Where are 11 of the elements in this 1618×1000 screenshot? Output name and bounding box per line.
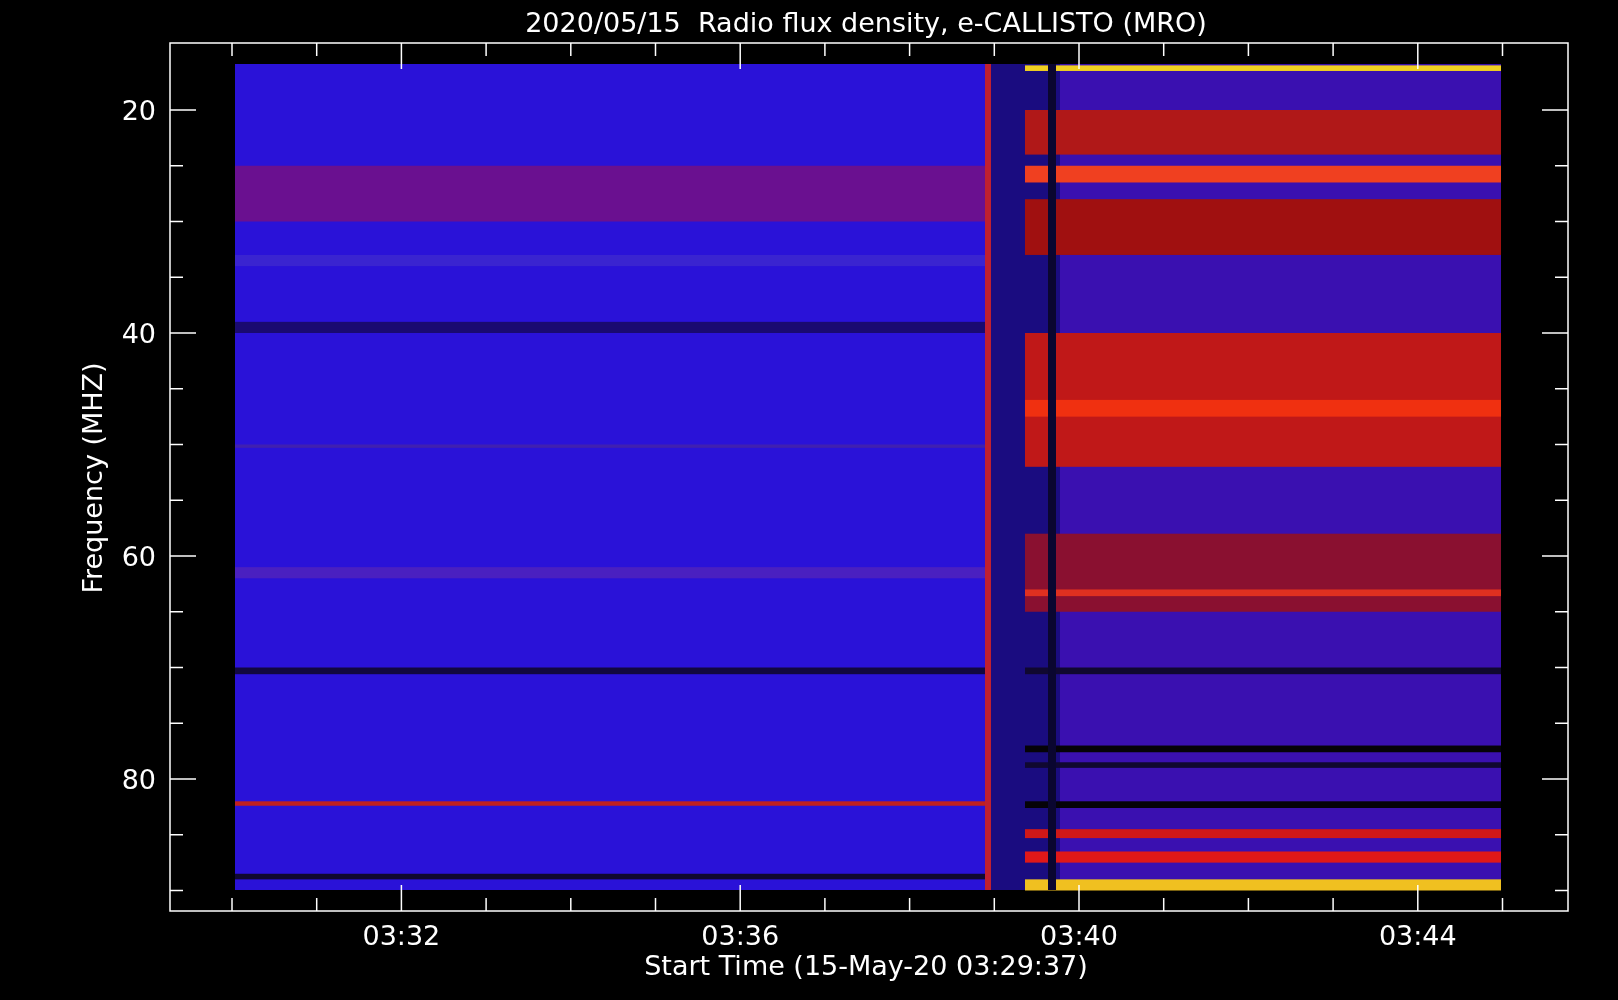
tick-label: 60 (121, 541, 156, 572)
chart-title: 2020/05/15 Radio flux density, e-CALLISTO (MRO) (525, 7, 1207, 38)
tick-label: 40 (121, 318, 156, 349)
tick-label: 03:36 (701, 920, 780, 951)
tick-label: 03:40 (1040, 920, 1118, 951)
tick-label: 80 (121, 764, 156, 795)
tick-label: 03:44 (1378, 920, 1457, 951)
tick-label: 03:32 (362, 920, 441, 951)
axis-title: Start Time (15-May-20 03:29:37) (644, 950, 1088, 981)
axis-title: Frequency (MHZ) (77, 362, 108, 594)
tick-label: 20 (121, 95, 156, 126)
